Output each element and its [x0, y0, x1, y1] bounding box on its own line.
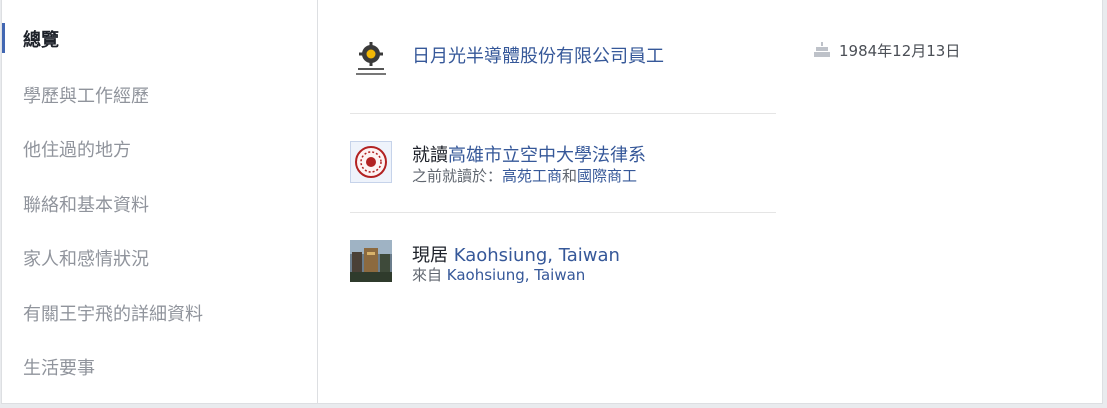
about-card: 總覽 學歷與工作經歷 他住過的地方 聯絡和基本資料 家人和感情狀況 有關王宇飛的… [1, 0, 1103, 404]
school-link[interactable]: 高雄市立空中大學法律系 [448, 145, 646, 166]
sidebar-item-contact-basic-info[interactable]: 聯絡和基本資料 [23, 191, 149, 217]
sidebar-item-education-work[interactable]: 學歷與工作經歷 [23, 82, 149, 108]
sidebar-item-overview[interactable]: 總覽 [23, 26, 59, 52]
work-title[interactable]: 日月光半導體股份有限公司員工 [412, 42, 664, 68]
about-sidebar: 總覽 學歷與工作經歷 他住過的地方 聯絡和基本資料 家人和感情狀況 有關王宇飛的… [2, 0, 318, 404]
sidebar-item-details[interactable]: 有關王宇飛的詳細資料 [23, 300, 203, 326]
previous-school-link-1[interactable]: 高苑工商 [502, 167, 562, 185]
previous-schools: 之前就讀於：高苑工商和國際商工 [412, 167, 638, 185]
hometown-link[interactable]: Kaohsiung, Taiwan [447, 266, 586, 284]
previous-school-link-2[interactable]: 國際商工 [577, 167, 637, 185]
city-photo-icon[interactable] [350, 240, 392, 282]
divider [350, 212, 776, 213]
education-row: 就讀高雄市立空中大學法律系 之前就讀於：高苑工商和國際商工 [350, 141, 776, 185]
overview-content: 日月光半導體股份有限公司員工 就讀高雄市立空中大學法律系 之前就讀於：高苑工商和… [319, 0, 1104, 404]
sidebar-item-life-events[interactable]: 生活要事 [23, 354, 95, 380]
hometown: 來自 Kaohsiung, Taiwan [412, 266, 586, 284]
company-logo-icon[interactable] [350, 40, 392, 82]
sidebar-item-places-lived[interactable]: 他住過的地方 [23, 136, 131, 162]
cake-icon [813, 42, 831, 58]
sidebar-item-family-relationships[interactable]: 家人和感情狀況 [23, 245, 149, 271]
education-title: 就讀高雄市立空中大學法律系 [412, 145, 646, 166]
divider [350, 113, 776, 114]
current-city-link[interactable]: Kaohsiung, Taiwan [454, 245, 620, 266]
location-row: 現居 Kaohsiung, Taiwan 來自 Kaohsiung, Taiwa… [350, 240, 776, 284]
birthday: 1984年12月13日 [813, 40, 960, 61]
school-seal-logo-icon[interactable] [350, 141, 392, 183]
active-indicator [2, 23, 5, 53]
work-row: 日月光半導體股份有限公司員工 [350, 40, 776, 84]
